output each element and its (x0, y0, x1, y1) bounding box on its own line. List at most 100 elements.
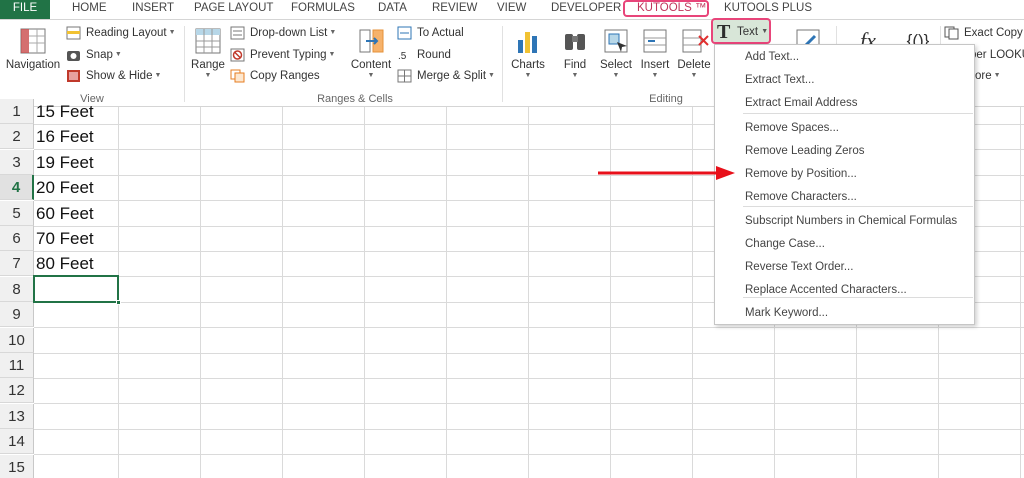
row-header[interactable]: 3 (0, 150, 34, 175)
navigation-button[interactable]: Navigation (4, 26, 62, 72)
find-button[interactable]: Find ▼ (556, 26, 594, 80)
menu-item-remove-leading-zeros[interactable]: Remove Leading Zeros (715, 140, 974, 163)
dropdown-list-label: Drop-down List (250, 27, 328, 39)
row-header[interactable]: 15 (0, 455, 34, 478)
text-dropdown-menu: Add Text... Extract Text... Extract Email … (714, 44, 975, 325)
text-label: Text (737, 26, 759, 38)
menu-item-remove-by-position[interactable]: Remove by Position... (715, 163, 974, 186)
show-hide-label: Show & Hide (86, 70, 153, 82)
to-actual-label: To Actual (417, 27, 464, 39)
cell[interactable]: 16 Feet (36, 124, 94, 149)
tab-home[interactable]: HOME (72, 0, 107, 20)
row-header[interactable]: 2 (0, 124, 34, 149)
row-header[interactable]: 10 (0, 328, 34, 353)
chevron-down-icon: ▼ (114, 51, 122, 58)
tab-page-layout[interactable]: PAGE LAYOUT (194, 0, 273, 20)
chevron-down-icon: ▼ (328, 51, 336, 58)
insert-label: Insert (640, 59, 670, 71)
cell[interactable]: 80 Feet (36, 251, 94, 276)
row-header[interactable]: 8 (0, 277, 34, 302)
tab-view-label[interactable]: VIEW (497, 0, 526, 20)
cell[interactable]: 60 Feet (36, 201, 94, 226)
tab-insert[interactable]: INSERT (132, 0, 174, 20)
tab-formulas[interactable]: FORMULAS (291, 0, 355, 20)
select-button[interactable]: Select ▼ (597, 26, 635, 80)
prevent-typing-label: Prevent Typing (250, 49, 327, 61)
chevron-down-icon: ▼ (329, 29, 337, 36)
column-gridline (446, 107, 447, 478)
delete-label: Delete (677, 59, 711, 71)
chevron-down-icon: ▼ (993, 72, 1001, 79)
row-header[interactable]: 9 (0, 302, 34, 327)
cell[interactable]: 15 Feet (36, 99, 94, 124)
merge-split-button[interactable]: Merge & Split ▼ (397, 66, 495, 86)
column-gridline (282, 107, 283, 478)
more-label: ore (975, 70, 992, 82)
prevent-typing-icon (230, 48, 245, 62)
insert-button[interactable]: Insert ▼ (637, 26, 673, 80)
row-header[interactable]: 12 (0, 378, 34, 403)
snap-button[interactable]: Snap ▼ (66, 45, 122, 65)
chevron-down-icon: ▼ (367, 72, 375, 79)
exact-copy-button[interactable]: Exact Copy (944, 23, 1023, 43)
svg-text:.5: .5 (398, 51, 407, 62)
row-header[interactable]: 4 (0, 175, 34, 200)
chevron-down-icon: ▼ (524, 72, 532, 79)
row-header[interactable]: 1 (0, 99, 34, 124)
ranges-group-label: Ranges & Cells (317, 93, 393, 105)
fill-handle[interactable] (116, 300, 121, 305)
tab-data[interactable]: DATA (378, 0, 407, 20)
column-gridline (610, 107, 611, 478)
dropdown-list-icon (230, 26, 245, 40)
camera-icon (66, 48, 81, 62)
range-label: Range (191, 59, 225, 71)
menu-item-replace-accented[interactable]: Replace Accented Characters... (715, 279, 974, 302)
cell[interactable]: 20 Feet (36, 175, 94, 200)
tab-kutools-plus[interactable]: KUTOOLS PLUS (724, 0, 812, 20)
show-hide-button[interactable]: Show & Hide ▼ (66, 66, 161, 86)
menu-item-remove-spaces[interactable]: Remove Spaces... (715, 117, 974, 140)
row-header[interactable]: 5 (0, 201, 34, 226)
snap-label: Snap (86, 49, 113, 61)
content-icon (356, 26, 386, 56)
copy-ranges-button[interactable]: Copy Ranges (230, 66, 320, 86)
row-header[interactable]: 6 (0, 226, 34, 251)
menu-item-mark-keyword[interactable]: Mark Keyword... (715, 302, 974, 325)
charts-button[interactable]: Charts ▼ (508, 26, 548, 80)
range-button[interactable]: Range ▼ (188, 26, 228, 80)
dropdown-list-button[interactable]: Drop-down List ▼ (230, 23, 336, 43)
row-header[interactable]: 11 (0, 353, 34, 378)
cell[interactable]: 19 Feet (36, 150, 94, 175)
reading-layout-button[interactable]: Reading Layout ▼ (66, 23, 176, 43)
menu-item-add-text[interactable]: Add Text... (715, 46, 974, 69)
active-cell-border (33, 275, 119, 303)
chevron-down-icon: ▼ (168, 29, 176, 36)
tab-review[interactable]: REVIEW (432, 0, 477, 20)
prevent-typing-button[interactable]: Prevent Typing ▼ (230, 45, 335, 65)
show-hide-icon (66, 69, 81, 83)
tab-file[interactable]: FILE (0, 0, 50, 20)
to-actual-button[interactable]: To Actual (397, 23, 464, 43)
round-button[interactable]: .5 Round (397, 45, 451, 65)
content-button[interactable]: Content ▼ (348, 26, 394, 80)
row-header[interactable]: 14 (0, 429, 34, 454)
row-header[interactable]: 13 (0, 404, 34, 429)
menu-item-reverse-text-order[interactable]: Reverse Text Order... (715, 256, 974, 279)
row-gridline (34, 353, 1024, 354)
reading-layout-label: Reading Layout (86, 27, 167, 39)
to-actual-icon (397, 26, 412, 40)
menu-separator (743, 206, 973, 207)
row-gridline (34, 429, 1024, 430)
menu-item-change-case[interactable]: Change Case... (715, 233, 974, 256)
chevron-down-icon: ▼ (761, 28, 769, 35)
menu-item-subscript-chemical[interactable]: Subscript Numbers in Chemical Formulas (715, 210, 974, 233)
text-dropdown-button[interactable]: T Text ▼ (711, 18, 771, 44)
menu-item-extract-text[interactable]: Extract Text... (715, 69, 974, 92)
cell[interactable]: 70 Feet (36, 226, 94, 251)
menu-item-extract-email[interactable]: Extract Email Address (715, 92, 974, 115)
row-header[interactable]: 7 (0, 251, 34, 276)
column-gridline (528, 107, 529, 478)
exact-copy-label: Exact Copy (964, 27, 1023, 39)
delete-button[interactable]: Delete ▼ (676, 26, 712, 80)
tab-developer[interactable]: DEVELOPER (551, 0, 621, 20)
